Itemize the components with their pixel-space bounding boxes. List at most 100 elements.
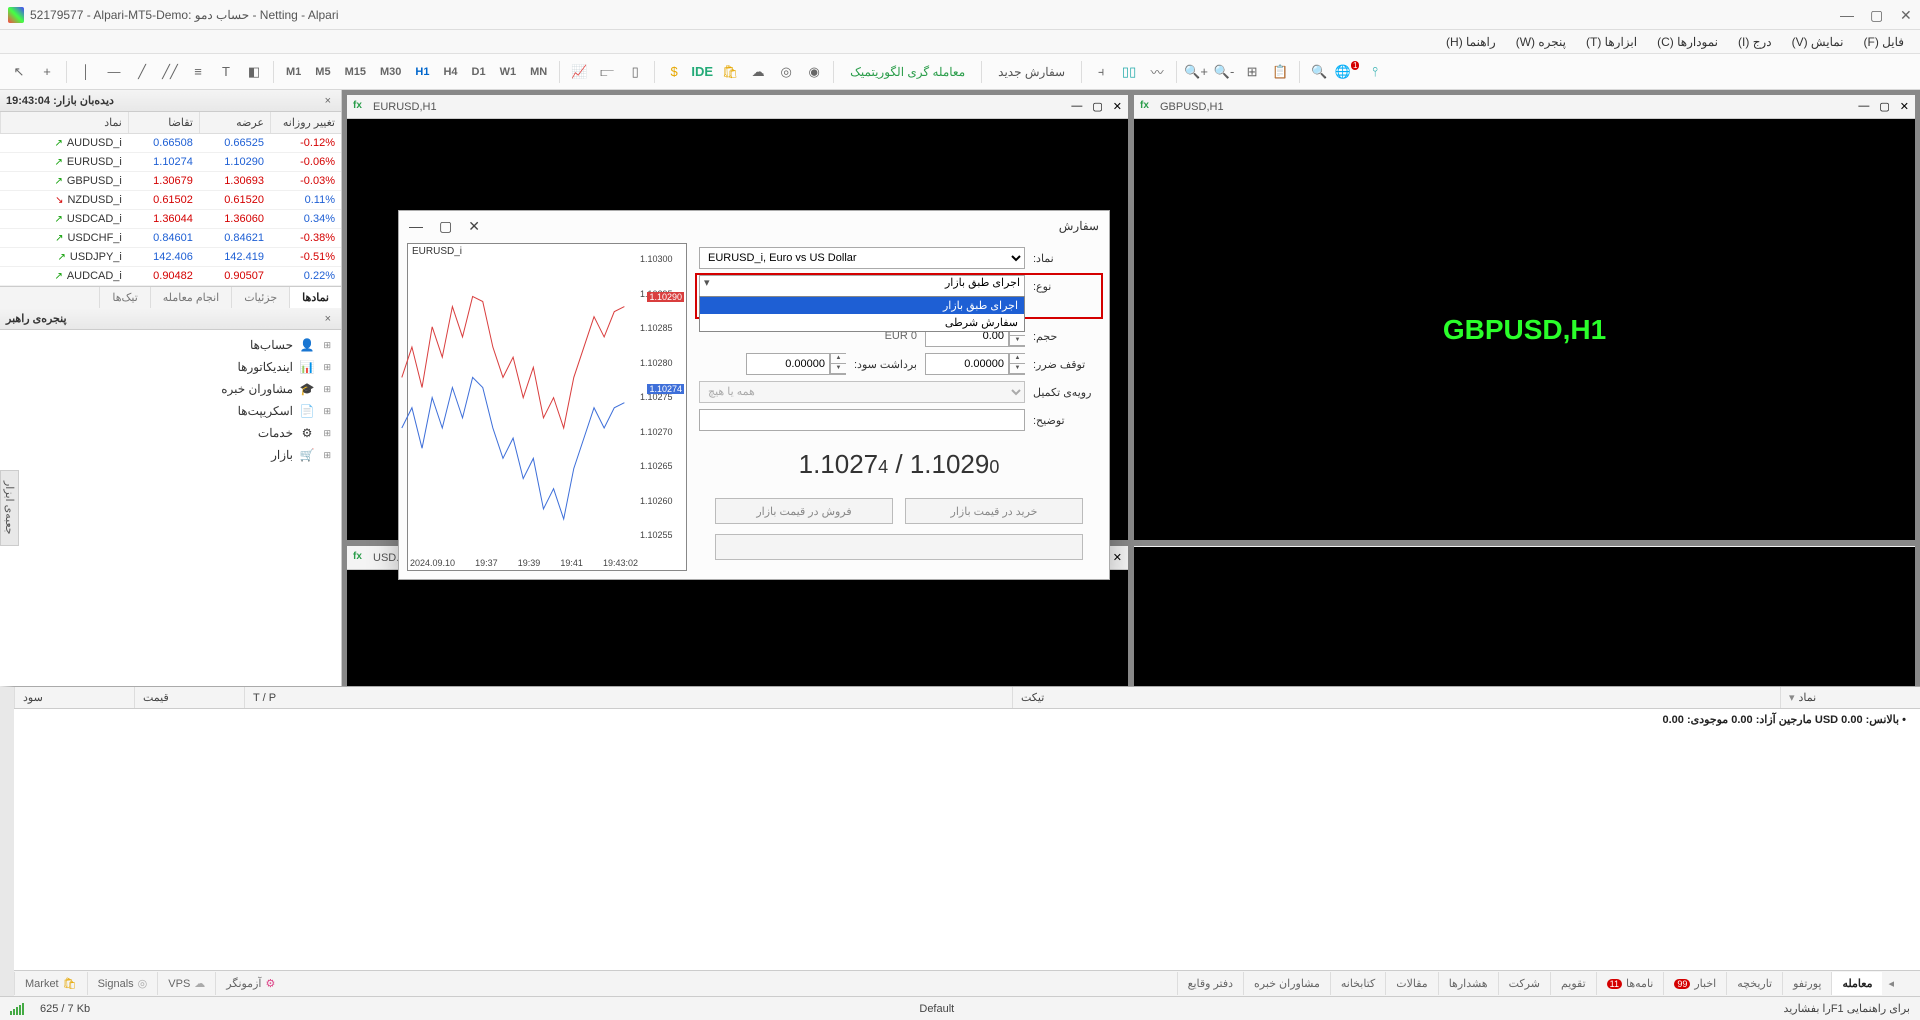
tab-signals[interactable]: ◎Signals <box>87 972 158 995</box>
tab-symbols[interactable]: نمادها <box>289 287 341 308</box>
tf-mn[interactable]: MN <box>524 62 553 82</box>
tree-item[interactable]: ⊞📊ایندیکاتورها <box>8 356 333 378</box>
sell-button[interactable]: فروش در قیمت بازار <box>715 498 893 524</box>
tab-tester[interactable]: ⚙آزمونگر <box>215 972 285 995</box>
minimize-icon[interactable]: — <box>409 218 423 235</box>
symbol-select[interactable]: EURUSD_i, Euro vs US Dollar <box>699 247 1025 269</box>
minimize-icon[interactable]: — <box>1071 100 1082 113</box>
crosshair-icon[interactable]: + <box>34 59 60 85</box>
tab-mail[interactable]: نامه‌ها11 <box>1596 972 1664 995</box>
maximize-icon[interactable]: ▢ <box>439 218 452 235</box>
col-profit[interactable]: سود <box>14 687 134 708</box>
zoom-out-icon[interactable]: 🔍- <box>1211 59 1237 85</box>
tab-market[interactable]: 🛍Market <box>14 972 87 995</box>
text-icon[interactable]: T <box>213 59 239 85</box>
tab-calendar[interactable]: تقویم <box>1550 972 1596 995</box>
market-watch-row[interactable]: ↗USDCAD_i 1.36044 1.36060 0.34% <box>0 210 341 229</box>
channel-icon[interactable]: ╱╱ <box>157 59 183 85</box>
close-icon[interactable]: × <box>321 95 335 107</box>
market-watch-row[interactable]: ↗GBPUSD_i 1.30679 1.30693 -0.03% <box>0 172 341 191</box>
tp-input[interactable] <box>746 353 830 375</box>
tf-m15[interactable]: M15 <box>339 62 372 82</box>
maximize-icon[interactable]: ▢ <box>1092 100 1102 113</box>
market-watch-row[interactable]: ↗AUDCAD_i 0.90482 0.90507 0.22% <box>0 267 341 286</box>
col-symbol[interactable]: نماد <box>0 112 128 133</box>
shift-icon[interactable]: ▯▯ <box>1116 59 1142 85</box>
menu-insert[interactable]: درج (I) <box>1730 32 1780 52</box>
tab-articles[interactable]: مقالات <box>1385 972 1437 995</box>
grid-icon[interactable]: ⫞ <box>1088 59 1114 85</box>
autoscroll-icon[interactable]: 〰 <box>1144 59 1170 85</box>
tf-m30[interactable]: M30 <box>374 62 407 82</box>
search-icon[interactable]: 🔍 <box>1306 59 1332 85</box>
col-change[interactable]: تغییر روزانه <box>270 112 341 133</box>
comment-input[interactable] <box>699 409 1025 431</box>
tf-h4[interactable]: H4 <box>437 62 463 82</box>
zoom-in-icon[interactable]: 🔍+ <box>1183 59 1209 85</box>
fill-select[interactable]: همه یا هیچ <box>699 381 1025 403</box>
type-dropdown[interactable]: اجرای طبق بازار اجرای طبق بازار سفارش شر… <box>699 275 1025 297</box>
maximize-icon[interactable]: ▢ <box>1879 100 1889 113</box>
menu-help[interactable]: راهنما (H) <box>1438 32 1504 52</box>
tab-portfolio[interactable]: پورتفو <box>1782 972 1831 995</box>
chart-candle-icon[interactable]: ▯ <box>622 59 648 85</box>
tree-item[interactable]: ⊞🛒بازار <box>8 444 333 466</box>
tab-ticks[interactable]: تیک‌ها <box>99 287 149 308</box>
maximize-button[interactable]: ▢ <box>1870 9 1882 21</box>
sl-input[interactable] <box>925 353 1009 375</box>
market-watch-row[interactable]: ↗USDJPY_i 142.406 142.419 -0.51% <box>0 248 341 267</box>
new-order-button[interactable]: سفارش جدید <box>988 61 1075 83</box>
close-button[interactable]: ✕ <box>1900 9 1912 21</box>
algo-button[interactable]: معامله گری الگوریتمیک <box>840 61 975 83</box>
close-icon[interactable]: × <box>321 313 335 325</box>
tree-item[interactable]: ⊞⚙خدمات <box>8 422 333 444</box>
tf-m5[interactable]: M5 <box>309 62 336 82</box>
tab-trade[interactable]: معامله <box>1831 972 1882 995</box>
vline-icon[interactable]: │ <box>73 59 99 85</box>
tab-news[interactable]: اخبار99 <box>1663 972 1726 995</box>
vps-icon[interactable]: ☁ <box>745 59 771 85</box>
market-watch-row[interactable]: ↗USDCHF_i 0.84601 0.84621 -0.38% <box>0 229 341 248</box>
hline-icon[interactable]: — <box>101 59 127 85</box>
market-icon[interactable]: 🛍 <box>717 59 743 85</box>
col-tp[interactable]: T / P <box>244 687 1012 708</box>
col-ticket[interactable]: تیکت <box>1012 687 1780 708</box>
tp-spinner[interactable]: ▲▼ <box>830 353 846 375</box>
tab-company[interactable]: شرکت <box>1498 972 1550 995</box>
minimize-button[interactable]: — <box>1840 9 1852 21</box>
col-price[interactable]: قیمت <box>134 687 244 708</box>
menu-view[interactable]: نمایش (V) <box>1784 32 1852 52</box>
signals-icon[interactable]: ◎ <box>773 59 799 85</box>
levels-icon[interactable]: ⫯ <box>1362 59 1388 85</box>
toolbox-vertical-tab[interactable]: جعبه‌ی ابزار <box>0 470 19 546</box>
tab-alerts[interactable]: هشدارها <box>1438 972 1498 995</box>
radar-icon[interactable]: ◉ <box>801 59 827 85</box>
tab-experts[interactable]: مشاوران خبره <box>1243 972 1330 995</box>
close-icon[interactable]: ✕ <box>1113 100 1122 113</box>
globe-icon[interactable]: 🌐1 <box>1334 59 1360 85</box>
type-option-pending[interactable]: سفارش شرطی <box>700 314 1024 331</box>
type-option-market[interactable]: اجرای طبق بازار <box>700 297 1024 314</box>
template-icon[interactable]: 📋 <box>1267 59 1293 85</box>
tf-h1[interactable]: H1 <box>409 62 435 82</box>
col-bid[interactable]: تقاضا <box>128 112 199 133</box>
menu-file[interactable]: فایل (F) <box>1856 32 1913 52</box>
objects-icon[interactable]: ◧ <box>241 59 267 85</box>
market-watch-row[interactable]: ↗EURUSD_i 1.10274 1.10290 -0.06% <box>0 153 341 172</box>
tree-item[interactable]: ⊞👤حساب‌ها <box>8 334 333 356</box>
tab-trade[interactable]: انجام معامله <box>150 287 231 308</box>
market-watch-row[interactable]: ↗AUDUSD_i 0.66508 0.66525 -0.12% <box>0 134 341 153</box>
fib-icon[interactable]: ≡ <box>185 59 211 85</box>
sl-spinner[interactable]: ▲▼ <box>1009 353 1025 375</box>
tab-journal[interactable]: دفتر وقایع <box>1177 972 1243 995</box>
dollar-icon[interactable]: $ <box>661 59 687 85</box>
close-icon[interactable]: ✕ <box>1900 100 1909 113</box>
close-icon[interactable]: ✕ <box>1113 551 1122 564</box>
close-icon[interactable]: ✕ <box>468 218 480 235</box>
trendline-icon[interactable]: ╱ <box>129 59 155 85</box>
tab-vps[interactable]: ☁VPS <box>157 972 215 995</box>
tf-m1[interactable]: M1 <box>280 62 307 82</box>
col-ask[interactable]: عرضه <box>199 112 270 133</box>
tile-icon[interactable]: ⊞ <box>1239 59 1265 85</box>
tf-d1[interactable]: D1 <box>466 62 492 82</box>
